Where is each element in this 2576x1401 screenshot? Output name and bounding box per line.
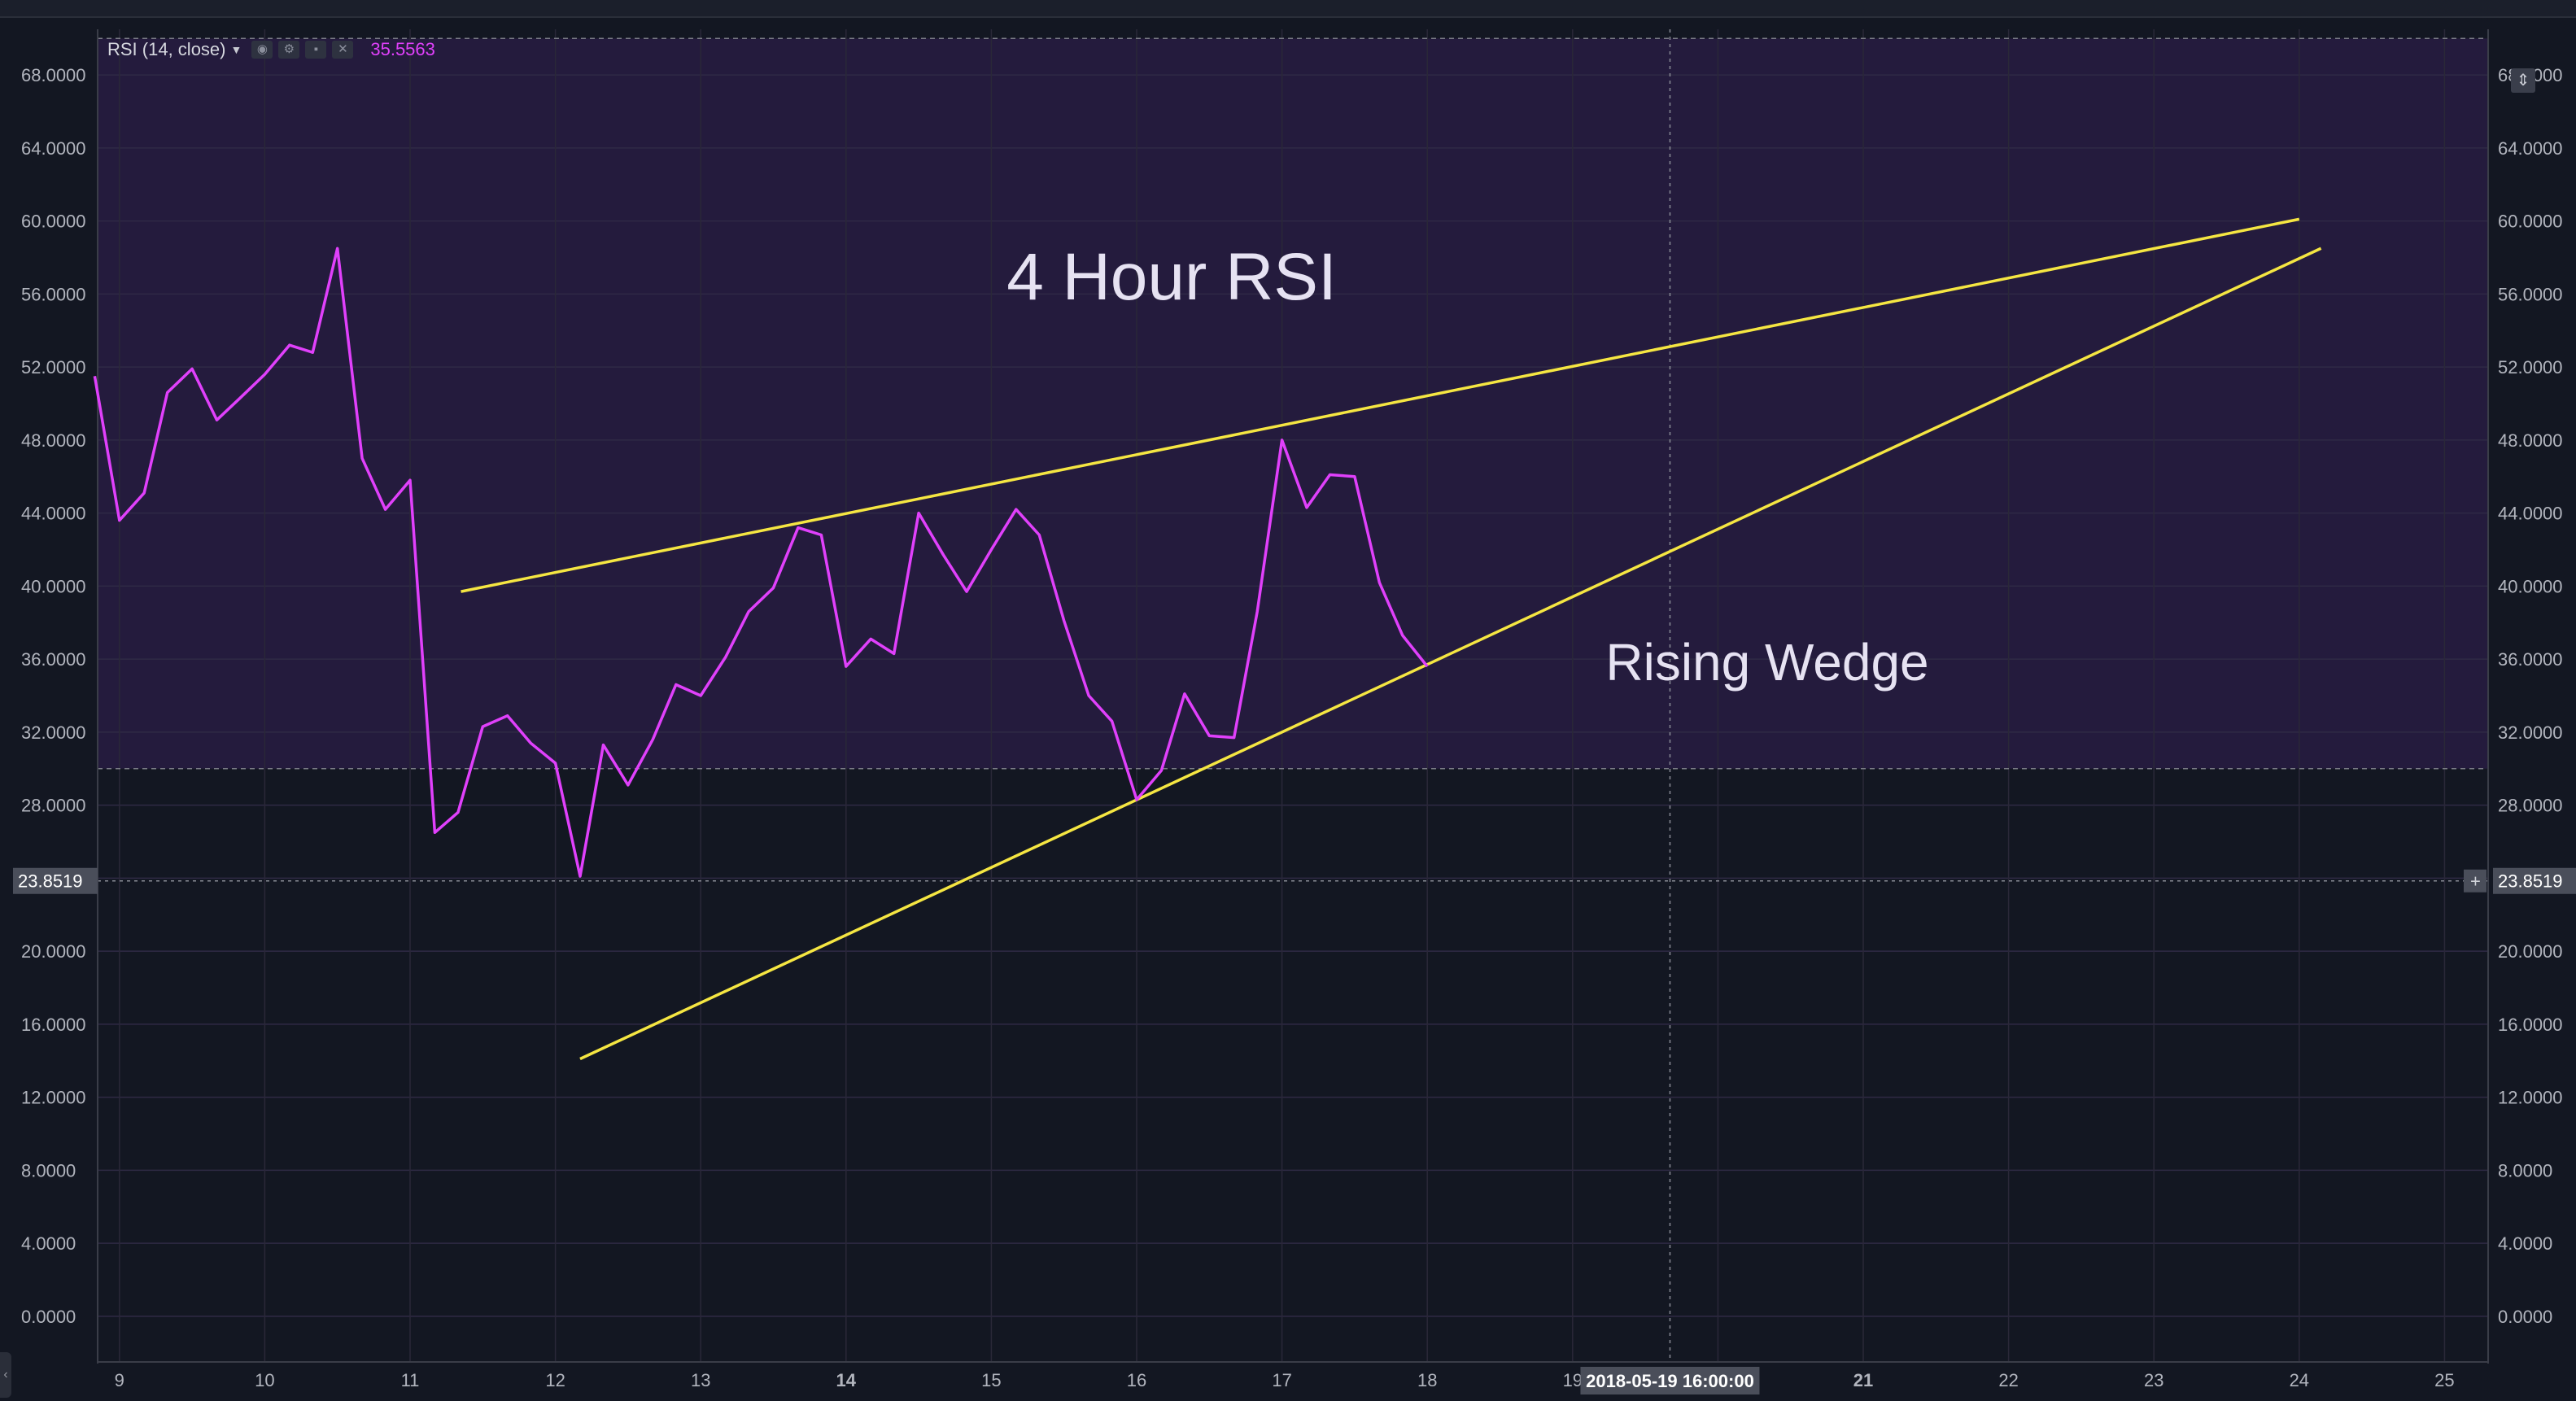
x-tick-label: 12 xyxy=(545,1370,565,1390)
x-tick-label: 22 xyxy=(1998,1370,2018,1390)
annotation-title: 4 Hour RSI xyxy=(1006,240,1337,314)
settings-icon[interactable]: ⚙ xyxy=(278,41,300,59)
y-tick-label-left: 12.0000 xyxy=(21,1088,86,1108)
x-tick-label: 18 xyxy=(1417,1370,1437,1390)
indicator-label[interactable]: RSI (14, close) xyxy=(107,39,226,60)
y-tick-label-left: 20.0000 xyxy=(21,941,86,962)
y-tick-label-left: 4.0000 xyxy=(21,1233,76,1254)
y-tick-label-right: 0.0000 xyxy=(2498,1307,2552,1327)
y-tick-label-right: 4.0000 xyxy=(2498,1233,2552,1254)
y-tick-label-right: 8.0000 xyxy=(2498,1160,2552,1181)
y-tick-label-left: 64.0000 xyxy=(21,138,86,159)
x-tick-label: 11 xyxy=(401,1370,420,1390)
x-tick-label: 14 xyxy=(836,1370,857,1390)
scale-toggle-icon[interactable]: ⇕ xyxy=(2511,68,2535,93)
rsi-chart[interactable]: 68.000068.000064.000064.000060.000060.00… xyxy=(0,0,2576,1401)
eye-icon[interactable]: ◉ xyxy=(251,41,273,59)
chevron-down-icon[interactable]: ▼ xyxy=(231,43,242,56)
indicator-value: 35.5563 xyxy=(370,39,435,59)
y-tick-label-right: 56.0000 xyxy=(2498,284,2563,304)
y-tick-label-right: 32.0000 xyxy=(2498,722,2563,743)
x-tick-label: 25 xyxy=(2434,1370,2454,1390)
y-tick-label-right: 44.0000 xyxy=(2498,504,2563,524)
y-tick-label-right: 20.0000 xyxy=(2498,941,2563,962)
y-tick-label-left: 52.0000 xyxy=(21,357,86,378)
y-tick-label-left: 8.0000 xyxy=(21,1160,76,1181)
y-tick-label-left: 0.0000 xyxy=(21,1307,76,1327)
indicator-legend[interactable]: RSI (14, close) ▼ ◉ ⚙ ▪ ✕ 35.5563 xyxy=(107,37,435,62)
y-tick-label-right: 60.0000 xyxy=(2498,212,2563,232)
y-tick-label-left: 68.0000 xyxy=(21,65,86,85)
x-tick-label: 13 xyxy=(691,1370,710,1390)
add-alert-icon-glyph: + xyxy=(2470,871,2481,892)
y-tick-label-left: 60.0000 xyxy=(21,212,86,232)
y-tick-label-right: 16.0000 xyxy=(2498,1015,2563,1035)
close-icon[interactable]: ✕ xyxy=(332,41,354,59)
y-tick-label-right: 36.0000 xyxy=(2498,649,2563,670)
crosshair-price-label-right: 23.8519 xyxy=(2498,871,2563,892)
crosshair-price-label-left: 23.8519 xyxy=(18,871,83,892)
crosshair-date-label: 2018-05-19 16:00:00 xyxy=(1586,1371,1754,1391)
y-tick-label-left: 40.0000 xyxy=(21,576,86,596)
y-tick-label-left: 32.0000 xyxy=(21,722,86,743)
x-tick-label: 16 xyxy=(1127,1370,1146,1390)
x-tick-label: 24 xyxy=(2290,1370,2309,1390)
x-tick-label: 21 xyxy=(1853,1370,1873,1390)
y-tick-label-left: 44.0000 xyxy=(21,504,86,524)
y-tick-label-right: 40.0000 xyxy=(2498,576,2563,596)
y-tick-label-left: 16.0000 xyxy=(21,1015,86,1035)
scroll-left-icon[interactable]: ‹ xyxy=(0,1352,11,1398)
y-tick-label-left: 48.0000 xyxy=(21,430,86,451)
y-tick-label-right: 52.0000 xyxy=(2498,357,2563,378)
x-tick-label: 23 xyxy=(2144,1370,2163,1390)
y-tick-label-right: 12.0000 xyxy=(2498,1088,2563,1108)
annotation-pattern: Rising Wedge xyxy=(1605,633,1928,692)
y-tick-label-left: 28.0000 xyxy=(21,796,86,816)
y-tick-label-right: 28.0000 xyxy=(2498,796,2563,816)
x-tick-label: 17 xyxy=(1272,1370,1291,1390)
y-tick-label-right: 48.0000 xyxy=(2498,430,2563,451)
y-tick-label-right: 64.0000 xyxy=(2498,138,2563,159)
more-icon[interactable]: ▪ xyxy=(305,41,327,59)
x-tick-label: 15 xyxy=(981,1370,1001,1390)
y-tick-label-left: 56.0000 xyxy=(21,284,86,304)
x-tick-label: 19 xyxy=(1563,1370,1583,1390)
x-tick-label: 9 xyxy=(115,1370,124,1390)
y-tick-label-left: 36.0000 xyxy=(21,649,86,670)
x-tick-label: 10 xyxy=(255,1370,274,1390)
